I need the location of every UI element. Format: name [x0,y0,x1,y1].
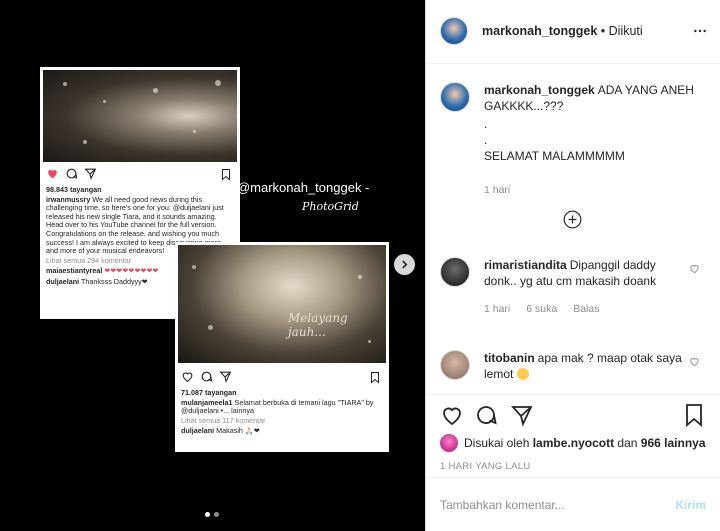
post-comment-button[interactable]: Kirim [675,498,706,512]
carousel-dot-active [205,512,210,517]
comment-like-icon[interactable] [689,356,700,367]
add-comment-bar: Kirim [426,477,720,531]
load-more-comments-icon[interactable] [563,210,582,229]
top-card-photo [43,70,237,162]
bottom-card-photo: Melayang jauh... [178,245,386,363]
author-username[interactable]: markonah_tonggek [482,24,597,38]
commenter-avatar[interactable] [440,350,470,380]
post-caption: markonah_tonggek ADA YANG ANEH GAKKKK...?… [440,82,706,198]
likes-summary: Disukai oleh lambe.nyocott dan 966 lainn… [440,434,706,452]
caption-line-3: . [484,133,488,147]
bottom-screenshot-card: Melayang jauh... 71.087 tayangan mulanja… [175,242,389,452]
bottom-card-comment-text: Makasih 🙏🏻❤ [216,426,260,436]
commenter-avatar[interactable] [440,257,470,287]
commenter-username[interactable]: titobanin [484,351,535,365]
comment-item: titobanin apa mak ? maap otak saya lemot [440,350,706,382]
caption-line-4: SELAMAT MALAMMMMM [484,149,625,163]
bottom-card-comment-user: duljaelani [181,426,215,436]
comment-like-icon[interactable] [689,263,700,274]
top-card-comment2-text: Thanksss Daddyyy❤ [81,276,148,286]
commenter-username[interactable]: rimaristiandita [484,258,567,272]
share-icon [219,371,232,383]
post-side-panel: markonah_tonggek • Diikuti markonah_tong… [425,0,720,531]
author-avatar[interactable] [440,17,468,45]
next-slide-button[interactable] [394,254,415,275]
watermark-text: - @markonah_tonggek - [229,180,370,195]
bottom-card-views: 71.087 tayangan [181,388,237,397]
heart-icon [182,372,193,383]
top-card-comment2-user: duljaelani [46,276,80,286]
comment-input[interactable] [440,490,660,520]
chevron-right-icon [402,260,408,269]
post-action-bar [426,394,720,434]
save-bookmark-icon[interactable] [682,403,706,427]
post-timestamp: 1 HARI YANG LALU [440,461,531,472]
bookmark-icon [371,372,379,384]
caption-line-2: . [484,117,488,131]
likes-joiner: dan [617,436,638,450]
carousel-dots [205,512,219,517]
share-icon [84,168,97,180]
comment-icon [66,168,78,179]
comment-icon[interactable] [474,403,498,427]
post-header: markonah_tonggek • Diikuti [426,0,720,64]
reply-button[interactable]: Balas [573,301,599,317]
liker-avatar [440,434,458,452]
caption-username[interactable]: markonah_tonggek [484,83,595,97]
bottom-photo-caption: Melayang jauh... [288,311,348,339]
likes-prefix: Disukai oleh [464,436,530,450]
top-card-comment1-text: ❤❤❤❤❤❤❤❤❤ [104,266,159,276]
like-icon[interactable] [440,403,464,427]
share-icon[interactable] [510,403,534,427]
heart-filled-icon [48,169,57,179]
top-card-views: 98.843 tayangan [46,185,102,194]
likes-others[interactable]: 966 lainnya [641,436,706,450]
caption-avatar[interactable] [440,82,470,112]
grinning-emoji-icon [516,368,529,380]
top-card-actions [46,167,97,180]
comment-time: 1 hari [484,303,511,315]
bottom-card-view-all: Lihat semua 117 komentar [181,415,266,425]
post-media[interactable]: 98.843 tayangan irwanmussry We all need … [0,0,425,531]
comment-item: rimaristiandita Dipanggil daddy donk.. yg… [440,257,706,317]
follow-status: • Diikuti [600,24,643,38]
more-options-icon[interactable] [692,23,708,39]
carousel-dot [214,512,219,517]
comment-icon [201,371,213,382]
comment-likes[interactable]: 6 suka [526,301,557,317]
top-card-comment1-user: maiaestiantyreal [46,266,103,276]
bottom-card-actions [181,370,232,383]
liker-username[interactable]: lambe.nyocott [533,436,614,450]
watermark-sub: PhotoGrid [302,200,359,213]
caption-time: 1 hari [484,184,511,196]
